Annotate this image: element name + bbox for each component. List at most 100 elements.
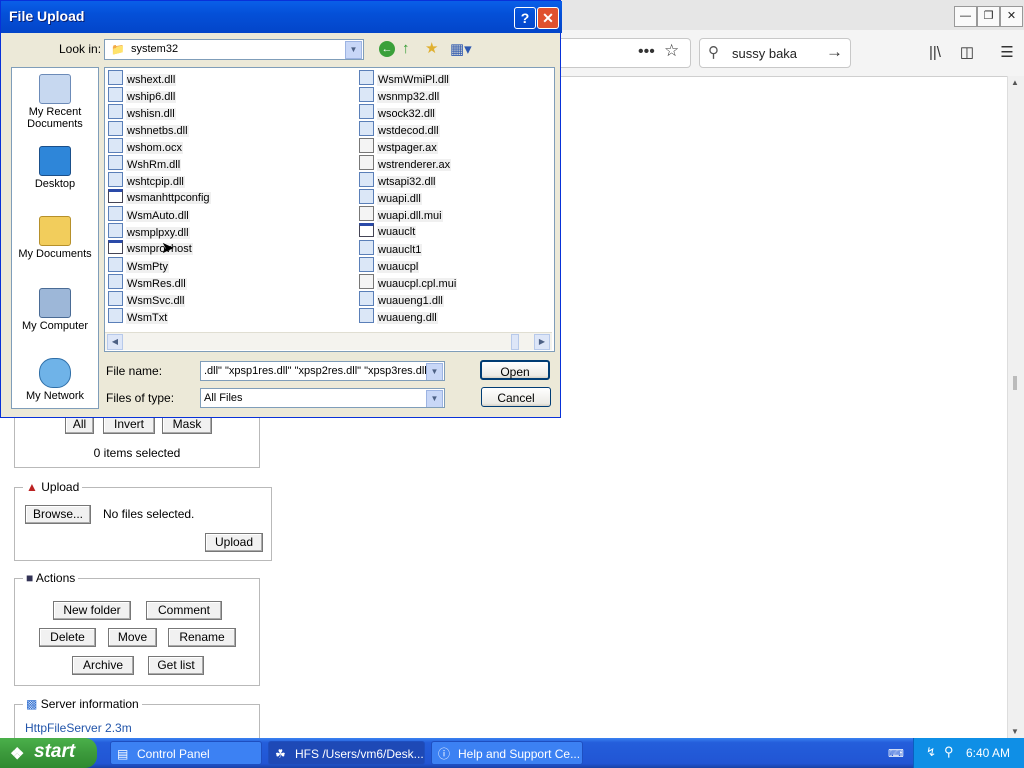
file-item[interactable]: WsmPty: [108, 257, 169, 273]
cancel-button[interactable]: Cancel: [481, 387, 551, 407]
close-icon[interactable]: ✕: [537, 7, 559, 29]
file-item[interactable]: wstrenderer.ax: [359, 155, 452, 171]
file-item[interactable]: wuaueng.dll: [359, 308, 438, 324]
file-item[interactable]: WsmTxt: [108, 308, 169, 324]
menu-icon[interactable]: ☰: [996, 43, 1018, 63]
url-bar[interactable]: ••• ☆: [560, 38, 691, 68]
chevron-down-icon[interactable]: ▼: [426, 363, 443, 380]
windows-logo-icon: ❖: [10, 746, 25, 763]
chevron-down-icon[interactable]: ▼: [426, 390, 443, 407]
start-button[interactable]: ❖ start: [0, 738, 97, 768]
up-folder-icon[interactable]: ↑: [402, 40, 410, 57]
file-item[interactable]: wshext.dll: [108, 70, 177, 86]
server-link[interactable]: HttpFileServer 2.3m: [25, 721, 132, 735]
file-item[interactable]: wstdecod.dll: [359, 121, 440, 137]
file-item[interactable]: wuaueng1.dll: [359, 291, 444, 307]
file-list-hscrollbar[interactable]: ◀ ▶: [105, 332, 552, 350]
minimize-icon[interactable]: —: [954, 6, 977, 27]
dll-file-icon: [359, 240, 374, 255]
file-item[interactable]: wshtcpip.dll: [108, 172, 185, 188]
look-in-select[interactable]: 📁 system32 ▼: [104, 39, 364, 60]
place-desktop[interactable]: Desktop: [12, 146, 98, 190]
file-item[interactable]: wshom.ocx: [108, 138, 184, 154]
back-icon[interactable]: ←: [379, 41, 395, 57]
file-item[interactable]: wuapi.dll.mui: [359, 206, 443, 222]
task-hfs[interactable]: ☘ HFS /Users/vm6/Desk...: [268, 741, 425, 765]
tray-search-icon[interactable]: ⚲: [944, 744, 954, 760]
page-scrollbar[interactable]: ▲ ▼: [1007, 76, 1024, 738]
sidebar-icon[interactable]: ◫: [956, 43, 978, 63]
open-button[interactable]: Open: [480, 360, 550, 380]
rename-button[interactable]: Rename: [168, 628, 236, 647]
keyboard-icon[interactable]: ⌨: [888, 747, 904, 760]
file-name: wuapi.dll: [377, 193, 422, 205]
file-item[interactable]: wuauclt1: [359, 240, 423, 256]
browse-button[interactable]: Browse...: [25, 505, 91, 524]
file-item[interactable]: wstpager.ax: [359, 138, 438, 154]
move-button[interactable]: Move: [108, 628, 157, 647]
file-item[interactable]: WsmRes.dll: [108, 274, 187, 290]
file-item[interactable]: wship6.dll: [108, 87, 177, 103]
file-item[interactable]: wsmprovhost: [108, 240, 193, 256]
files-of-type-select[interactable]: All Files ▼: [200, 388, 445, 408]
file-name: WsmPty: [126, 261, 169, 273]
ellipsis-icon[interactable]: •••: [638, 43, 655, 61]
get-list-button[interactable]: Get list: [148, 656, 204, 675]
file-name: WsmTxt: [126, 312, 169, 324]
view-menu-icon[interactable]: ▦▾: [450, 40, 472, 58]
file-name-label: File name:: [106, 364, 163, 378]
file-item[interactable]: WsmWmiPl.dll: [359, 70, 450, 86]
dll-file-icon: [108, 206, 123, 221]
task-control-panel[interactable]: ▤ Control Panel: [110, 741, 262, 765]
task-label: Help and Support Ce...: [458, 747, 581, 761]
library-icon[interactable]: ||\: [924, 43, 946, 63]
task-help-support[interactable]: ⓘ Help and Support Ce...: [431, 741, 583, 765]
file-name: wshnetbs.dll: [126, 125, 189, 137]
network-icon[interactable]: ↯: [926, 745, 936, 759]
arrow-right-icon[interactable]: →: [826, 42, 843, 62]
file-item[interactable]: wtsapi32.dll: [359, 172, 437, 188]
scroll-right-icon: ▶: [534, 334, 550, 350]
place-my-computer[interactable]: My Computer: [12, 288, 98, 332]
start-label: start: [34, 741, 76, 762]
new-folder-button[interactable]: New folder: [53, 601, 131, 620]
file-name-input[interactable]: .dll" "xpsp1res.dll" "xpsp2res.dll" "xps…: [200, 361, 445, 381]
upload-panel: ▲ Upload Browse... No files selected. Up…: [14, 480, 272, 561]
control-panel-icon: ▤: [117, 747, 129, 761]
file-item[interactable]: wuauclt: [359, 223, 417, 239]
place-my-documents[interactable]: My Documents: [12, 216, 98, 260]
file-item[interactable]: wuaucpl.cpl.mui: [359, 274, 458, 290]
file-item[interactable]: wsnmp32.dll: [359, 87, 441, 103]
file-item[interactable]: WshRm.dll: [108, 155, 182, 171]
new-folder-icon[interactable]: ★: [425, 39, 438, 57]
place-my-network[interactable]: My Network: [12, 358, 98, 402]
archive-button[interactable]: Archive: [72, 656, 134, 675]
file-item[interactable]: wshnetbs.dll: [108, 121, 189, 137]
delete-button[interactable]: Delete: [39, 628, 96, 647]
place-recent-documents[interactable]: My Recent Documents: [12, 74, 98, 130]
scroll-left-icon: ◀: [107, 334, 123, 350]
file-item[interactable]: wsmplpxy.dll: [108, 223, 190, 239]
search-bar[interactable]: ⚲ sussy baka →: [699, 38, 851, 68]
search-input[interactable]: sussy baka: [732, 46, 797, 61]
place-label: My Recent Documents: [27, 106, 83, 130]
bookmark-star-icon[interactable]: ☆: [664, 41, 679, 61]
close-window-icon[interactable]: ✕: [1000, 6, 1023, 27]
file-name: wsmplpxy.dll: [126, 227, 190, 239]
file-item[interactable]: wsock32.dll: [359, 104, 436, 120]
comment-button[interactable]: Comment: [146, 601, 222, 620]
file-item[interactable]: wsmanhttpconfig: [108, 189, 211, 205]
restore-icon[interactable]: ❐: [977, 6, 1000, 27]
look-in-label: Look in:: [59, 42, 102, 56]
file-item[interactable]: wuaucpl: [359, 257, 420, 273]
upload-button[interactable]: Upload: [205, 533, 263, 552]
place-label: My Documents: [18, 248, 92, 260]
file-item[interactable]: WsmSvc.dll: [108, 291, 186, 307]
file-item[interactable]: wuapi.dll: [359, 189, 422, 205]
file-item[interactable]: wshisn.dll: [108, 104, 176, 120]
help-icon[interactable]: ?: [514, 7, 536, 29]
system-tray: ↯ ⚲ 6:40 AM: [913, 738, 1024, 768]
file-name: wstdecod.dll: [377, 125, 440, 137]
file-item[interactable]: WsmAuto.dll: [108, 206, 190, 222]
chevron-down-icon[interactable]: ▼: [345, 41, 362, 59]
